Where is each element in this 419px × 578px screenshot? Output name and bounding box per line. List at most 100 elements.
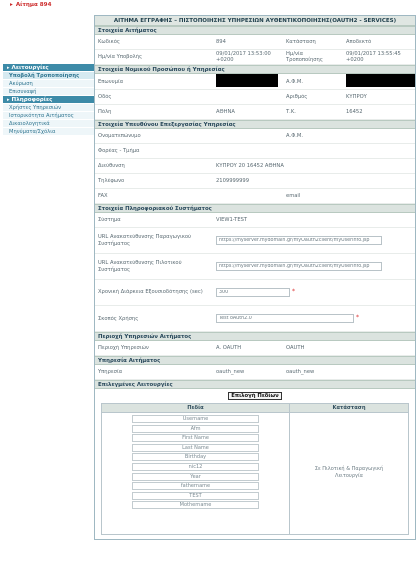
submit-date-label: Ημ/νία Υποβολής [98, 54, 143, 60]
redirect-pilot-cell [213, 262, 415, 271]
phone-label: Τηλέφωνο [98, 178, 125, 184]
system-label: Σύστημα [98, 217, 121, 223]
fields-column: Πεδία Username Afm First Name Last Name … [102, 404, 290, 534]
fax-label: FAX [98, 193, 108, 199]
row-duration: Χρονική Διάρκεια Εξουσιοδότησης (sec) * [95, 280, 415, 306]
phone-value: 2109999999 [216, 178, 250, 184]
sidebar: Λειτουργίες Υποβολή Τροποποίησης Ακύρωση… [3, 64, 95, 136]
row-fax-email: FAX email [95, 189, 415, 204]
entity-afm-value [343, 74, 415, 89]
address-value: ΚΥΠΡΟΥ 20 16452 ΑΘΗΝΑ [216, 163, 284, 169]
button-wrap: Επιλογή Πεδίων [101, 392, 409, 403]
redirect-prod-input[interactable] [216, 236, 382, 245]
duration-label: Χρονική Διάρκεια Εξουσιοδότησης (sec) [98, 289, 203, 296]
field-item: Birthday [132, 453, 259, 462]
purpose-cell: * [213, 314, 415, 323]
email-label: email [286, 193, 301, 199]
redirect-pilot-input[interactable] [216, 262, 382, 271]
functions-table: Πεδία Username Afm First Name Last Name … [101, 403, 409, 535]
required-marker: * [292, 288, 295, 295]
sidebar-item-attach[interactable]: Επισυναφή [3, 88, 95, 96]
department-label: Φορέας - Τμήμα [98, 148, 140, 154]
sidebar-item-messages[interactable]: Μηνύματα/Σχόλια [3, 128, 95, 136]
street-label: Οδός [98, 94, 112, 100]
row-code-status: Κωδικός 894 Κατάσταση Αποδεκτό [95, 35, 415, 50]
sidebar-heading-info: Πληροφορίες [3, 96, 95, 104]
section-officer: Στοιχεία Υπευθύνου Επεξεργασίας Υπηρεσία… [95, 120, 415, 129]
row-department: Φορέας - Τμήμα [95, 144, 415, 159]
row-phone: Τηλέφωνο 2109999999 [95, 174, 415, 189]
field-item: Last Name [132, 443, 259, 452]
section-service: Υπηρεσία Αιτήματος [95, 356, 415, 365]
fullname-label: Ονοματεπώνυμο [98, 133, 141, 139]
city-label: Πόλη [98, 109, 112, 115]
redirect-prod-cell [213, 236, 415, 245]
status-column: Κατάσταση Σε Πιλοτική & Παραγωγική Λειτο… [290, 404, 408, 534]
redacted-block [346, 74, 415, 87]
code-label: Κωδικός [98, 39, 120, 45]
row-fullname-afm: Ονοματεπώνυμο Α.Φ.Μ. [95, 129, 415, 144]
fields-list: Username Afm First Name Last Name Birthd… [102, 413, 289, 513]
field-item: Mothername [132, 501, 259, 510]
row-redirect-prod: URL Ανακατεύθυνσης Παραγωγικού Συστήματο… [95, 228, 415, 254]
status-label: Κατάσταση [286, 39, 316, 45]
required-marker: * [356, 314, 359, 321]
row-city-tk: Πόλη ΑΘΗΝΑ Τ.Κ. 16452 [95, 105, 415, 120]
row-service-area: Περιοχή Υπηρεσιών A. OAUTH OAUTH [95, 341, 415, 356]
status-value: Αποδεκτό [346, 39, 372, 45]
tk-label: Τ.Κ. [286, 109, 296, 115]
number-value: ΚΥΠΡΟΥ [346, 94, 367, 100]
status-value: Σε Πιλοτική & Παραγωγική Λειτουργία [314, 466, 384, 479]
field-item: Year [132, 472, 259, 481]
tk-value: 16452 [346, 109, 363, 115]
service-area-label: Περιοχή Υπηρεσιών [98, 345, 149, 351]
number-label: Αριθμός [286, 94, 308, 100]
redacted-block [216, 74, 278, 87]
field-item: Afm [132, 424, 259, 433]
field-item: fathername [132, 482, 259, 491]
row-street-number: Οδός Αριθμός ΚΥΠΡΟΥ [95, 90, 415, 105]
row-purpose: Σκοπός Χρήσης * [95, 306, 415, 332]
update-date-value: 09/01/2017 13:55:45 +0200 [346, 50, 401, 63]
service-code: oauth_new [216, 369, 245, 375]
purpose-label: Σκοπός Χρήσης [98, 315, 139, 322]
service-name: oauth_new [286, 369, 315, 375]
sidebar-item-documents[interactable]: Δικαιολογητικά [3, 120, 95, 128]
officer-afm-label: Α.Φ.Μ. [286, 133, 304, 139]
sidebar-item-service-users[interactable]: Χρήστες Υπηρεσιών [3, 104, 95, 112]
row-dates: Ημ/νία Υποβολής 09/01/2017 13:53:00 +020… [95, 50, 415, 65]
fields-header: Πεδία [102, 404, 289, 413]
service-area-name: OAUTH [286, 345, 305, 351]
entity-afm-label: Α.Φ.Μ. [286, 78, 304, 85]
service-area-code: A. OAUTH [216, 345, 242, 351]
functions-panel: Επιλογή Πεδίων Πεδία Username Afm First … [95, 389, 415, 539]
sidebar-item-submit-modification[interactable]: Υποβολή Τροποποίησης [3, 72, 95, 80]
update-date-label: Ημ/νία Τροποποίησης [286, 50, 323, 63]
form-title: ΑΙΤΗΜΑ ΕΓΓΡΑΦΗΣ – ΠΙΣΤΟΠΟΙΗΣΗΣ ΥΠΗΡΕΣΙΩΝ… [95, 16, 415, 26]
system-value: VIEW1-TEST [216, 217, 248, 223]
code-value: 894 [216, 39, 226, 45]
row-system: Σύστημα VIEW1-TEST [95, 213, 415, 228]
select-fields-button[interactable]: Επιλογή Πεδίων [228, 392, 282, 400]
sidebar-item-cancel[interactable]: Ακύρωση [3, 80, 95, 88]
entity-name-value [213, 74, 283, 89]
duration-cell: * [213, 288, 415, 297]
breadcrumb[interactable]: Αίτημα 894 [10, 2, 52, 8]
redirect-pilot-label: URL Ανακατεύθυνσης Πιλοτικού Συστήματος [98, 260, 182, 273]
field-item: nic12 [132, 462, 259, 471]
section-request-details: Στοιχεία Αιτήματος [95, 26, 415, 35]
address-label: Διεύθυνση [98, 163, 125, 169]
duration-input[interactable] [216, 288, 290, 297]
row-address: Διεύθυνση ΚΥΠΡΟΥ 20 16452 ΑΘΗΝΑ [95, 159, 415, 174]
city-value: ΑΘΗΝΑ [216, 109, 235, 115]
request-form: ΑΙΤΗΜΑ ΕΓΓΡΑΦΗΣ – ΠΙΣΤΟΠΟΙΗΣΗΣ ΥΠΗΡΕΣΙΩΝ… [94, 15, 416, 540]
field-item: First Name [132, 434, 259, 443]
submit-date-value: 09/01/2017 13:53:00 +0200 [216, 50, 271, 63]
top-bar: Αίτημα 894 [0, 0, 419, 9]
purpose-input[interactable] [216, 314, 354, 323]
service-label: Υπηρεσία [98, 369, 123, 375]
sidebar-item-request-history[interactable]: Ιστορικότητα Αιτήματος [3, 112, 95, 120]
row-name-afm: Επωνυμία Α.Φ.Μ. [95, 74, 415, 90]
field-item: Username [132, 415, 259, 423]
status-header: Κατάσταση [290, 404, 408, 413]
